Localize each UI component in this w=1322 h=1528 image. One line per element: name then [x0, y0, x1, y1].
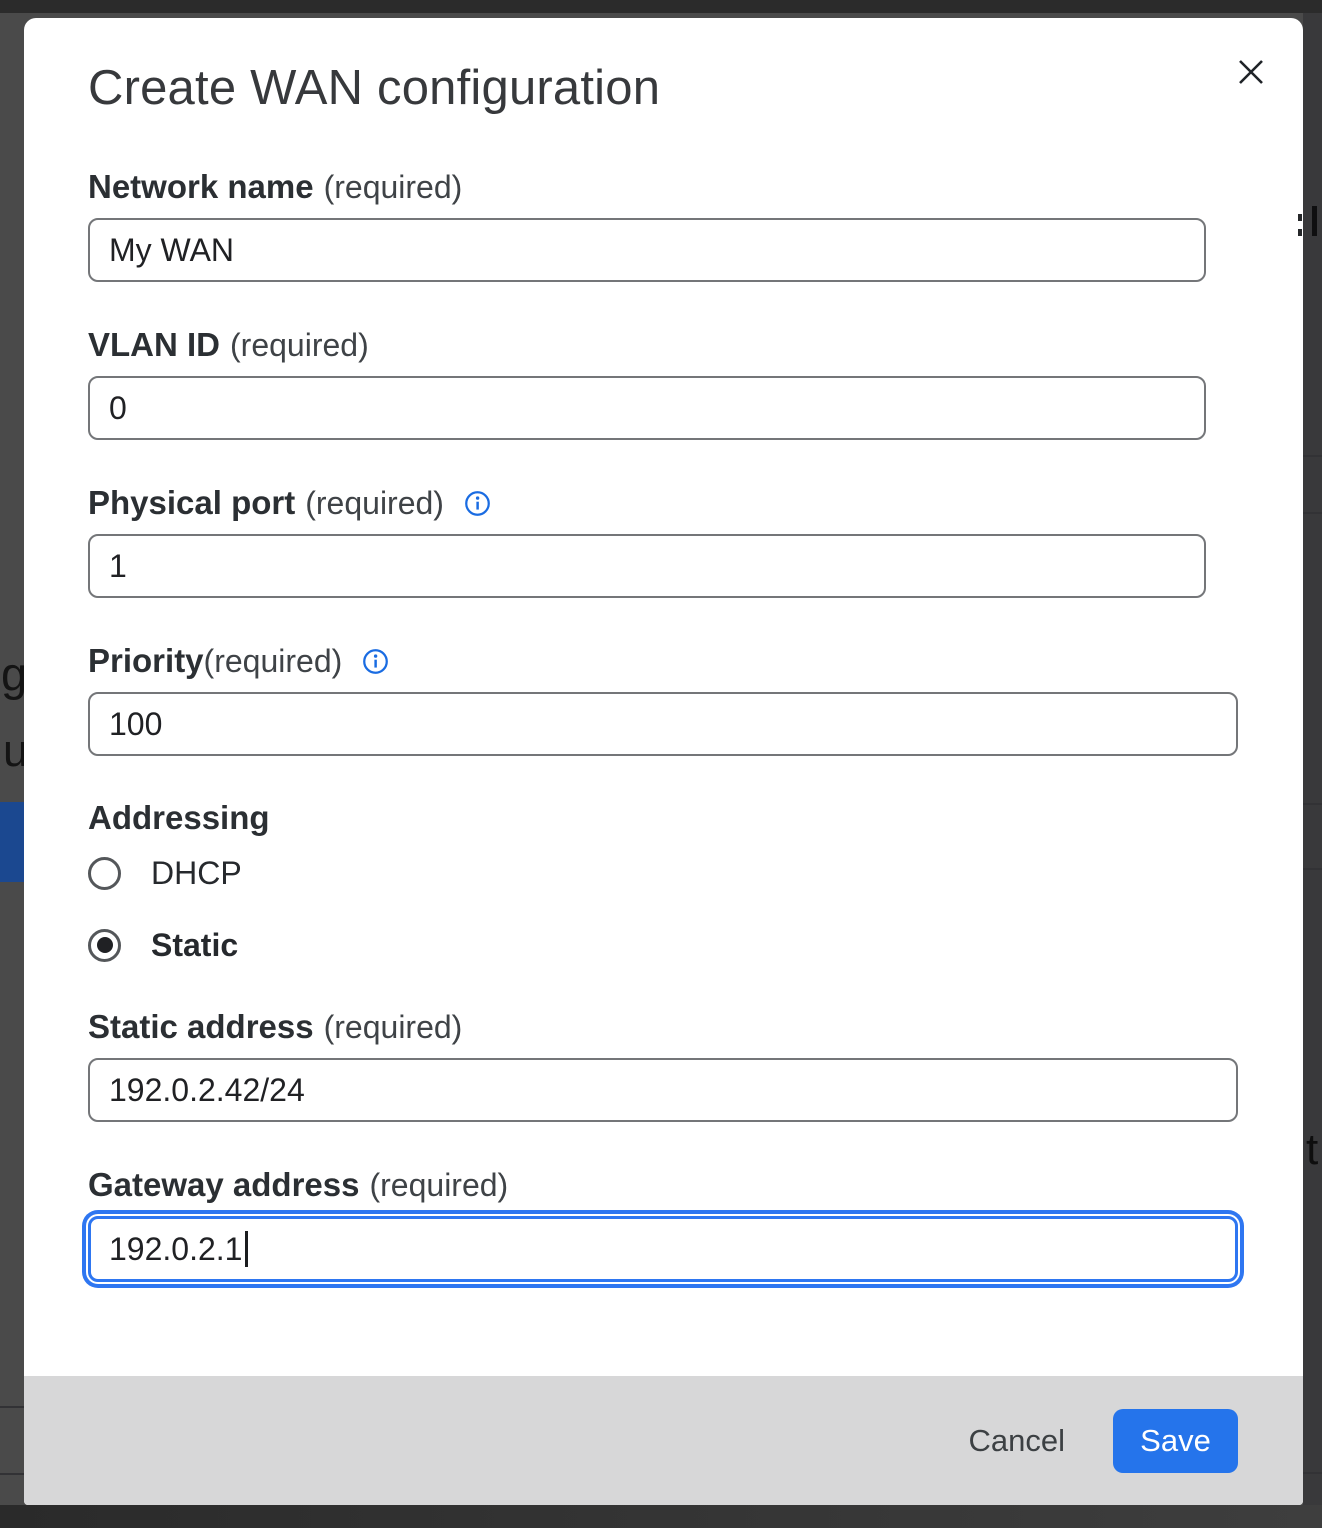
background-row-divider: [0, 1473, 24, 1475]
cancel-button[interactable]: Cancel: [955, 1413, 1080, 1469]
dialog-footer: Cancel Save: [24, 1376, 1303, 1505]
background-header-strip: [0, 0, 1322, 13]
background-text-fragment: [1298, 214, 1302, 221]
background-text-fragment: t: [1306, 1128, 1318, 1172]
background-row-divider: [1303, 803, 1322, 805]
radio-unselected-icon[interactable]: [88, 857, 121, 890]
background-row-divider: [0, 1406, 24, 1408]
required-hint: (required): [230, 326, 369, 364]
physical-port-label: Physical port: [88, 484, 295, 522]
vlan-id-input[interactable]: [88, 376, 1206, 440]
dimmed-backdrop: { "background": { "fragments": { "text_1…: [0, 0, 1322, 1528]
static-address-field: Static address (required): [88, 1008, 1238, 1122]
network-name-label: Network name: [88, 168, 314, 206]
required-hint: (required): [324, 1008, 463, 1046]
background-text-fragment: [1312, 206, 1317, 236]
priority-label: Priority: [88, 642, 204, 680]
background-row-divider: [1303, 1472, 1322, 1474]
radio-selected-icon[interactable]: [88, 929, 121, 962]
addressing-option-dhcp-label: DHCP: [151, 855, 242, 892]
required-hint: (required): [324, 168, 463, 206]
addressing-option-static[interactable]: Static: [88, 926, 1238, 964]
save-button[interactable]: Save: [1113, 1409, 1238, 1473]
info-icon[interactable]: [362, 648, 389, 675]
priority-field: Priority (required): [88, 642, 1238, 756]
info-icon[interactable]: [464, 490, 491, 517]
create-wan-configuration-dialog: Create WAN configuration Network name (r…: [24, 18, 1303, 1505]
close-icon: [1233, 78, 1269, 93]
background-bottom-strip: [0, 1505, 1322, 1528]
required-hint: (required): [204, 642, 343, 680]
priority-input[interactable]: [88, 692, 1238, 756]
vlan-id-field: VLAN ID (required): [88, 326, 1238, 440]
gateway-address-value: 192.0.2.1: [109, 1231, 242, 1268]
physical-port-field: Physical port (required): [88, 484, 1238, 598]
gateway-address-label: Gateway address: [88, 1166, 359, 1204]
required-hint: (required): [369, 1166, 508, 1204]
background-row-divider: [1303, 512, 1322, 514]
vlan-id-label: VLAN ID: [88, 326, 220, 364]
physical-port-input[interactable]: [88, 534, 1206, 598]
addressing-heading: Addressing: [88, 798, 1238, 838]
addressing-option-static-label: Static: [151, 927, 238, 964]
gateway-address-field: Gateway address (required) 192.0.2.1: [88, 1166, 1238, 1282]
close-button[interactable]: [1229, 50, 1273, 94]
background-text-fragment: [1298, 229, 1302, 236]
dialog-title: Create WAN configuration: [88, 58, 1238, 118]
static-address-input[interactable]: [88, 1058, 1238, 1122]
background-row-divider: [1303, 868, 1322, 870]
network-name-field: Network name (required): [88, 168, 1238, 282]
background-button-fragment: [0, 802, 24, 882]
required-hint: (required): [305, 484, 444, 522]
network-name-input[interactable]: [88, 218, 1206, 282]
addressing-option-dhcp[interactable]: DHCP: [88, 854, 1238, 892]
static-address-label: Static address: [88, 1008, 314, 1046]
gateway-address-input[interactable]: 192.0.2.1: [88, 1216, 1238, 1282]
text-cursor: [245, 1231, 248, 1267]
background-row-divider: [1303, 455, 1322, 457]
